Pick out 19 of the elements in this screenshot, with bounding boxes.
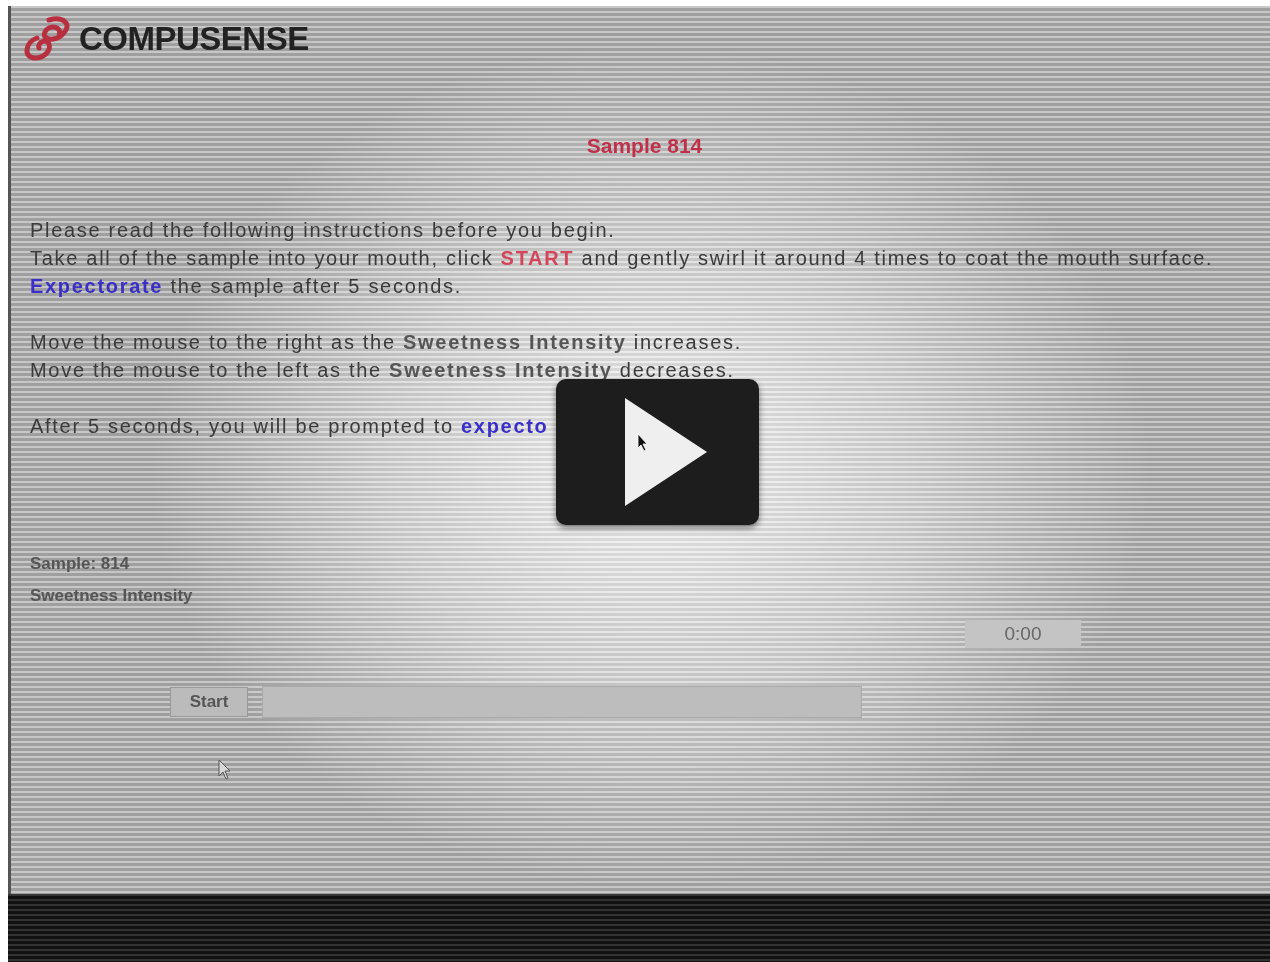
play-icon [624,398,707,506]
logo-text: COMPUSENSE [79,20,309,58]
instruction-text: Take all of the sample into your mouth, click START and gently swirl it around 4 times to coat the mouth surface. [30,246,1215,271]
sample-label: Sample: 814 [30,554,131,574]
timer-display: 0:00 [965,620,1081,648]
instruction-text: Expectorate the sample after 5 seconds. [30,274,464,299]
instruction-text: Move the mouse to the right as the Sweetness Intensity increases. [30,330,743,355]
cursor-icon [637,433,649,453]
instruction-text: Please read the following instructions before you begin. [30,218,617,243]
expectorate-link[interactable]: expecto [461,415,549,437]
attribute-label: Sweetness Intensity [30,586,194,606]
slider-track[interactable] [262,686,862,718]
instruction-text: Move the mouse to the left as the Sweetness Intensity decreases. [30,358,736,383]
instruction-text: After 5 seconds, you will be prompted to expecto [30,414,550,439]
sample-title: Sample 814 [585,134,704,158]
cursor-icon [218,759,232,781]
start-button[interactable]: Start [170,687,248,717]
play-button[interactable] [556,379,759,525]
expectorate-link[interactable]: Expectorate [30,275,164,297]
